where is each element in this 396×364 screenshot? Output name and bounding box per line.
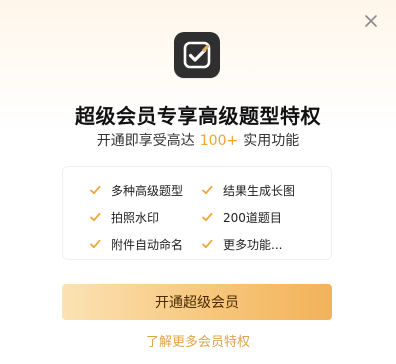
subtitle-highlight: 100+ [199, 133, 239, 149]
feature-label: 更多功能... [223, 237, 283, 252]
upgrade-vip-button-label: 开通超级会员 [155, 294, 239, 310]
subtitle-prefix: 开通即享受高达 [96, 133, 195, 149]
features-panel: 多种高级题型 结果生成长图 拍照水印 200道题目 附件自动命名 更多功能... [62, 166, 332, 260]
feature-item: 200道题目 [201, 208, 282, 226]
vip-upgrade-dialog: 超级会员专享高级题型特权 开通即享受高达 100+ 实用功能 多种高级题型 结果生成… [0, 0, 396, 364]
learn-more-link[interactable]: 了解更多会员特权 [0, 331, 396, 350]
dialog-title: 超级会员专享高级题型特权 [75, 104, 321, 128]
check-icon [201, 238, 213, 250]
feature-item: 结果生成长图 [201, 181, 295, 199]
feature-item: 附件自动命名 [89, 235, 183, 253]
checkmark-app-icon [174, 32, 220, 78]
check-icon [201, 184, 213, 196]
feature-label: 结果生成长图 [223, 183, 296, 198]
subtitle-suffix: 实用功能 [243, 133, 300, 149]
feature-label: 附件自动命名 [111, 237, 184, 252]
upgrade-vip-button[interactable]: 开通超级会员 [62, 284, 332, 320]
check-icon [89, 184, 101, 196]
close-icon[interactable] [362, 12, 380, 30]
check-icon [89, 238, 101, 250]
feature-item: 多种高级题型 [89, 181, 183, 199]
dialog-subtitle: 开通即享受高达 100+ 实用功能 [0, 130, 396, 150]
feature-label: 多种高级题型 [111, 183, 184, 198]
check-icon [89, 211, 101, 223]
feature-label: 200道题目 [223, 210, 282, 225]
feature-item: 拍照水印 [89, 208, 159, 226]
feature-item: 更多功能... [201, 235, 282, 253]
feature-label: 拍照水印 [111, 210, 160, 225]
check-icon [201, 211, 213, 223]
